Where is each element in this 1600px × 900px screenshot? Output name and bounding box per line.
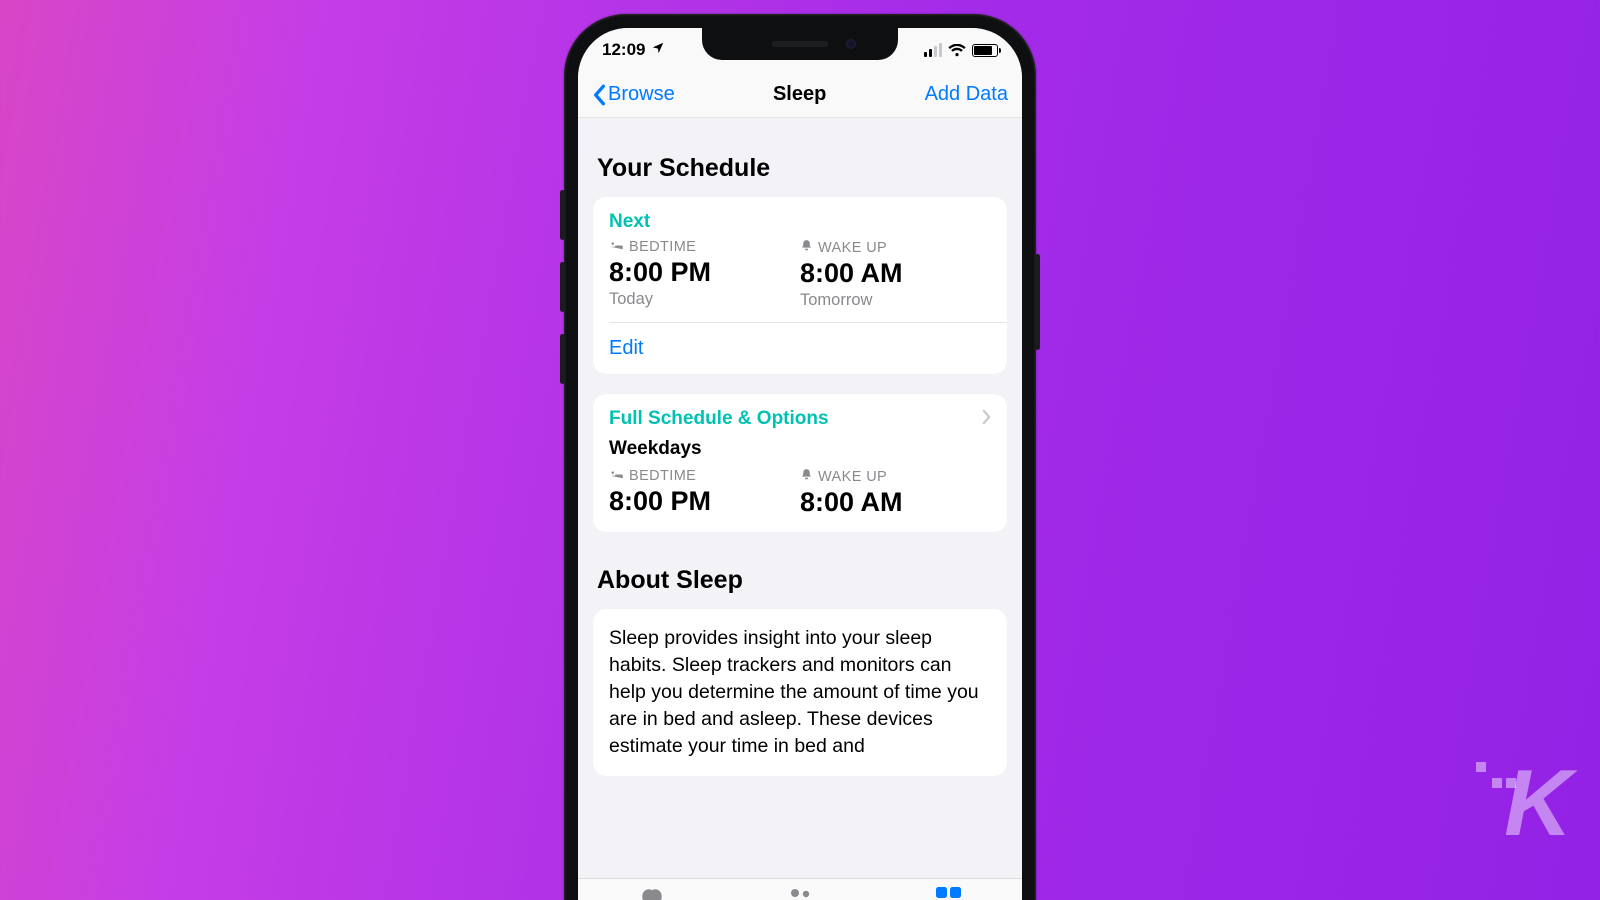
next-wakeup-time: 8:00 AM (800, 258, 991, 289)
heart-icon (639, 887, 665, 900)
phone-screen: 12:09 Browse Sleep Add Data Your (578, 28, 1022, 900)
next-bedtime-time: 8:00 PM (609, 257, 800, 288)
chevron-right-icon (982, 409, 991, 430)
alarm-icon (800, 239, 813, 256)
wakeup-label: WAKE UP (818, 469, 887, 485)
tab-summary[interactable]: Summary (578, 879, 726, 900)
nav-title: Sleep (773, 83, 826, 106)
tab-sharing[interactable]: Sharing (726, 879, 874, 900)
full-schedule-card: Full Schedule & Options Weekdays BEDTIME (593, 394, 1007, 532)
tab-bar: Summary Sharing Browse (578, 878, 1022, 900)
grid-icon (936, 887, 961, 900)
tab-browse[interactable]: Browse (874, 879, 1022, 900)
next-label: Next (609, 211, 991, 233)
phone-frame: 12:09 Browse Sleep Add Data Your (564, 14, 1036, 900)
bed-icon (609, 468, 624, 484)
back-button[interactable]: Browse (592, 83, 675, 106)
about-sleep-body: Sleep provides insight into your sleep h… (609, 625, 991, 760)
nav-header: Browse Sleep Add Data (578, 72, 1022, 118)
cellular-signal-icon (924, 43, 942, 57)
bedtime-label: BEDTIME (629, 239, 696, 255)
about-sleep-card: Sleep provides insight into your sleep h… (593, 609, 1007, 776)
wakeup-label: WAKE UP (818, 240, 887, 256)
people-icon (785, 887, 815, 900)
weekdays-label: Weekdays (593, 438, 1007, 464)
weekdays-bedtime-time: 8:00 PM (609, 486, 800, 517)
wifi-icon (948, 44, 966, 57)
bed-icon (609, 239, 624, 255)
watermark-logo: K (1504, 756, 1566, 850)
back-label: Browse (608, 83, 675, 106)
location-icon (651, 40, 665, 60)
status-time: 12:09 (602, 40, 645, 60)
full-schedule-link[interactable]: Full Schedule & Options (593, 394, 1007, 438)
page-content[interactable]: Your Schedule Next BEDTIME 8:00 PM (578, 118, 1022, 900)
next-bedtime-day: Today (609, 290, 800, 309)
notch (702, 28, 898, 60)
bedtime-label: BEDTIME (629, 468, 696, 484)
about-sleep-heading: About Sleep (597, 566, 1007, 595)
your-schedule-heading: Your Schedule (597, 154, 1007, 183)
next-schedule-card: Next BEDTIME 8:00 PM Today (593, 197, 1007, 374)
alarm-icon (800, 468, 813, 485)
weekdays-wakeup-time: 8:00 AM (800, 487, 991, 518)
next-wakeup-day: Tomorrow (800, 291, 991, 310)
battery-icon (972, 44, 998, 57)
add-data-button[interactable]: Add Data (925, 83, 1008, 106)
full-schedule-label: Full Schedule & Options (609, 408, 829, 430)
edit-button[interactable]: Edit (593, 323, 1007, 374)
